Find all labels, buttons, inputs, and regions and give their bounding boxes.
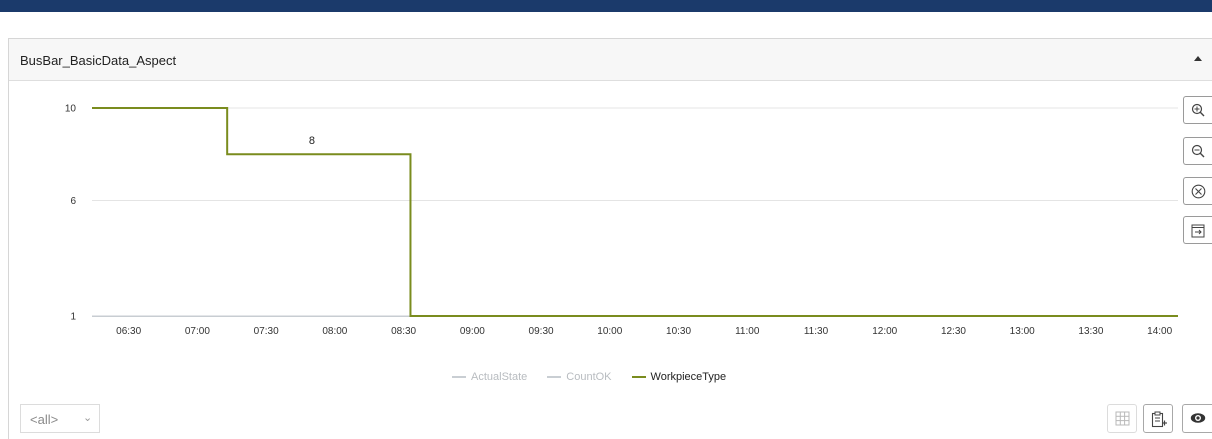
legend-swatch bbox=[547, 376, 562, 378]
chart-legend: ActualState CountOK WorkpieceType bbox=[452, 371, 746, 383]
y-tick-label: 1 bbox=[70, 312, 76, 323]
zoom-out-icon bbox=[1191, 144, 1205, 158]
x-tick-label: 07:30 bbox=[254, 326, 279, 337]
chevron-down-icon: ⌄ bbox=[83, 412, 93, 424]
x-tick-label: 08:00 bbox=[322, 326, 347, 337]
x-tick-label: 07:00 bbox=[185, 326, 210, 337]
x-tick-label: 13:30 bbox=[1078, 326, 1103, 337]
add-to-clipboard-button[interactable] bbox=[1143, 404, 1173, 433]
x-tick-label: 06:30 bbox=[116, 326, 141, 337]
legend-label: CountOK bbox=[566, 371, 612, 383]
x-tick-label: 11:30 bbox=[804, 326, 829, 337]
reset-zoom-icon bbox=[1191, 184, 1206, 199]
export-icon bbox=[1191, 224, 1205, 238]
x-tick-label: 12:00 bbox=[872, 326, 897, 337]
legend-label: ActualState bbox=[471, 371, 528, 383]
legend-swatch bbox=[452, 376, 466, 378]
toggle-visibility-button[interactable] bbox=[1182, 404, 1212, 433]
x-tick-label: 11:00 bbox=[735, 326, 760, 337]
reset-zoom-button[interactable] bbox=[1183, 177, 1212, 205]
zoom-out-button[interactable] bbox=[1183, 137, 1212, 165]
x-tick-label: 14:00 bbox=[1147, 326, 1172, 337]
y-tick-label: 6 bbox=[70, 196, 76, 207]
legend-label: WorkpieceType bbox=[650, 371, 727, 383]
x-tick-label: 12:30 bbox=[941, 326, 966, 337]
table-icon bbox=[1115, 411, 1130, 426]
x-tick-label: 08:30 bbox=[391, 326, 416, 337]
eye-icon bbox=[1190, 413, 1206, 423]
x-tick-label: 09:30 bbox=[529, 326, 554, 337]
series-filter-select[interactable]: <all> ⌄ bbox=[20, 404, 100, 433]
export-button[interactable] bbox=[1183, 216, 1212, 244]
zoom-in-button[interactable] bbox=[1183, 96, 1212, 124]
x-tick-label: 09:00 bbox=[460, 326, 485, 337]
x-tick-label: 10:00 bbox=[597, 326, 622, 337]
filter-value: <all> bbox=[30, 412, 59, 427]
clipboard-add-icon bbox=[1151, 411, 1167, 428]
y-tick-label: 10 bbox=[65, 104, 77, 115]
zoom-in-icon bbox=[1191, 103, 1205, 117]
legend-item-countok[interactable]: CountOK bbox=[547, 371, 612, 383]
x-tick-label: 10:30 bbox=[666, 326, 691, 337]
x-tick-label: 13:00 bbox=[1010, 326, 1035, 337]
series-line-workpiecetype bbox=[92, 107, 1178, 317]
legend-item-workpiecetype[interactable]: WorkpieceType bbox=[631, 371, 727, 383]
data-label: 8 bbox=[309, 135, 315, 147]
legend-item-actualstate[interactable]: ActualState bbox=[452, 371, 527, 383]
table-view-button[interactable] bbox=[1107, 404, 1137, 433]
legend-swatch bbox=[631, 376, 646, 378]
